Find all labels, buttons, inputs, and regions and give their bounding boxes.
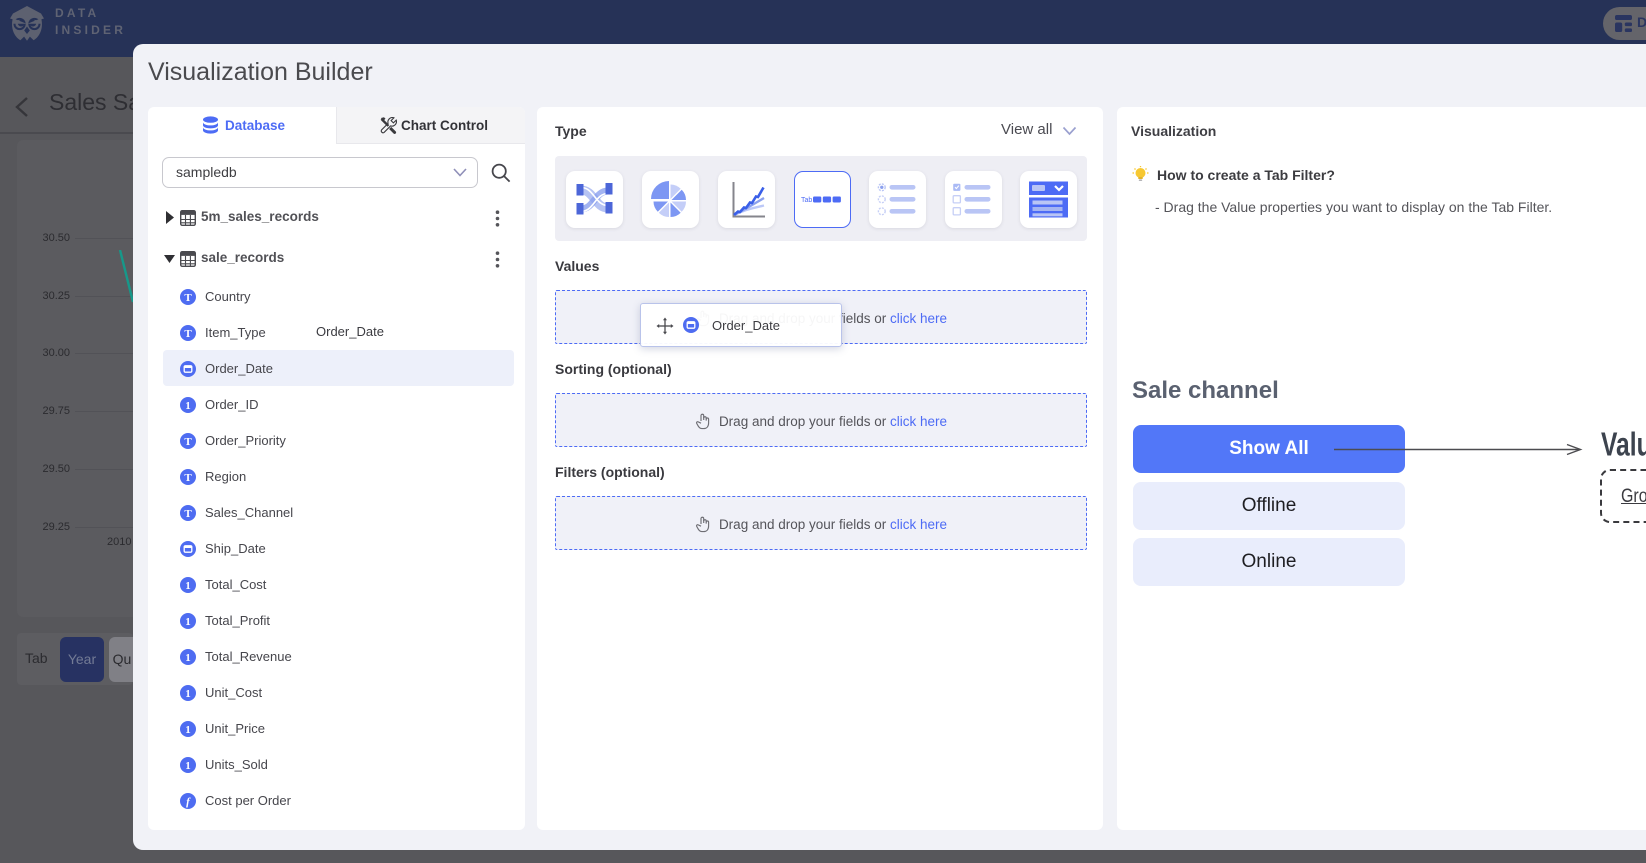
svg-text:1: 1 [185,760,191,772]
svg-text:T: T [184,292,192,304]
svg-text:1: 1 [185,580,191,592]
svg-text:1: 1 [185,724,191,736]
svg-text:1: 1 [185,616,191,628]
svg-text:1: 1 [185,688,191,700]
svg-text:T: T [184,436,192,448]
svg-text:1: 1 [185,652,191,664]
svg-text:T: T [184,472,192,484]
svg-text:Tab: Tab [801,197,812,204]
svg-text:1: 1 [185,400,191,412]
svg-text:T: T [184,508,192,520]
svg-text:T: T [184,328,192,340]
